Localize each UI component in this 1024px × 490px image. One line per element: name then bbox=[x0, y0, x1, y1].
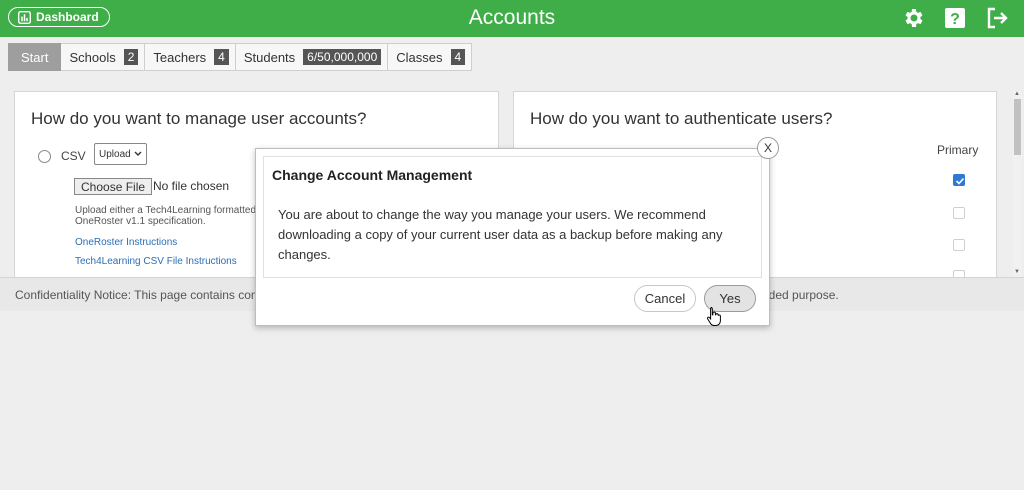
tab-students[interactable]: Students 6/50,000,000 bbox=[235, 43, 389, 71]
upload-help-text: Upload either a Tech4Learning formatted … bbox=[75, 205, 275, 227]
tab-label: Teachers bbox=[153, 49, 207, 65]
scroll-down-icon[interactable]: ▼ bbox=[1014, 269, 1020, 275]
dialog-message: You are about to change the way you mana… bbox=[278, 207, 723, 262]
cancel-button[interactable]: Cancel bbox=[634, 285, 696, 312]
hand-cursor-icon bbox=[706, 307, 721, 326]
help-line: Upload either a Tech4Learning formatted bbox=[75, 205, 257, 216]
page-title: Accounts bbox=[468, 6, 556, 29]
count-badge: 2 bbox=[123, 49, 139, 65]
dialog-close-button[interactable]: X bbox=[757, 137, 779, 159]
csv-radio[interactable] bbox=[38, 150, 51, 163]
choose-file-button[interactable]: Choose File bbox=[74, 178, 153, 195]
primary-checkbox[interactable] bbox=[953, 174, 965, 186]
csv-instructions-link[interactable]: Tech4Learning CSV File Instructions bbox=[75, 256, 237, 267]
notice-text-right: nded purpose. bbox=[762, 288, 839, 302]
count-badge: 6/50,000,000 bbox=[303, 49, 382, 65]
primary-checkbox[interactable] bbox=[953, 207, 965, 219]
dialog-content: Change Account Management You are about … bbox=[263, 156, 762, 278]
csv-method-select[interactable]: Upload bbox=[94, 143, 147, 165]
tab-label: Start bbox=[21, 49, 49, 65]
tab-label: Schools bbox=[69, 49, 116, 65]
tab-label: Classes bbox=[396, 49, 443, 65]
primary-column-header: Primary bbox=[937, 143, 979, 157]
tab-teachers[interactable]: Teachers 4 bbox=[145, 43, 236, 71]
app-header: Dashboard Accounts ? bbox=[0, 0, 1024, 37]
primary-checkbox[interactable] bbox=[953, 239, 965, 251]
scrollbar-thumb[interactable] bbox=[1014, 99, 1021, 155]
tab-classes[interactable]: Classes 4 bbox=[388, 43, 473, 71]
help-line: OneRoster v1.1 specification. bbox=[75, 216, 206, 227]
check-icon bbox=[955, 177, 965, 185]
panel-heading: How do you want to manage user accounts? bbox=[31, 109, 367, 128]
tab-schools[interactable]: Schools 2 bbox=[61, 43, 146, 71]
tab-start[interactable]: Start bbox=[8, 43, 62, 71]
chevron-down-icon bbox=[134, 151, 142, 156]
gear-icon[interactable] bbox=[901, 6, 925, 30]
panel-heading: How do you want to authenticate users? bbox=[530, 109, 833, 128]
select-value: Upload bbox=[99, 148, 131, 160]
dialog-title: Change Account Management bbox=[272, 167, 473, 183]
tab-label: Students bbox=[243, 49, 296, 65]
scroll-up-icon[interactable]: ▲ bbox=[1014, 91, 1020, 97]
help-icon[interactable]: ? bbox=[943, 6, 967, 30]
file-status: No file chosen bbox=[153, 179, 230, 193]
csv-label: CSV bbox=[61, 149, 86, 163]
scrollbar[interactable]: ▲ ▼ bbox=[1013, 91, 1022, 277]
logout-icon[interactable] bbox=[985, 6, 1009, 30]
tab-bar: Start Schools 2 Teachers 4 Students 6/50… bbox=[8, 43, 473, 71]
change-account-management-dialog: Change Account Management You are about … bbox=[255, 148, 770, 326]
notice-text-left: Confidentiality Notice: This page contai… bbox=[15, 288, 258, 302]
oneroster-instructions-link[interactable]: OneRoster Instructions bbox=[75, 237, 177, 248]
svg-text:?: ? bbox=[950, 11, 960, 28]
count-badge: 4 bbox=[214, 49, 229, 65]
count-badge: 4 bbox=[450, 49, 466, 65]
